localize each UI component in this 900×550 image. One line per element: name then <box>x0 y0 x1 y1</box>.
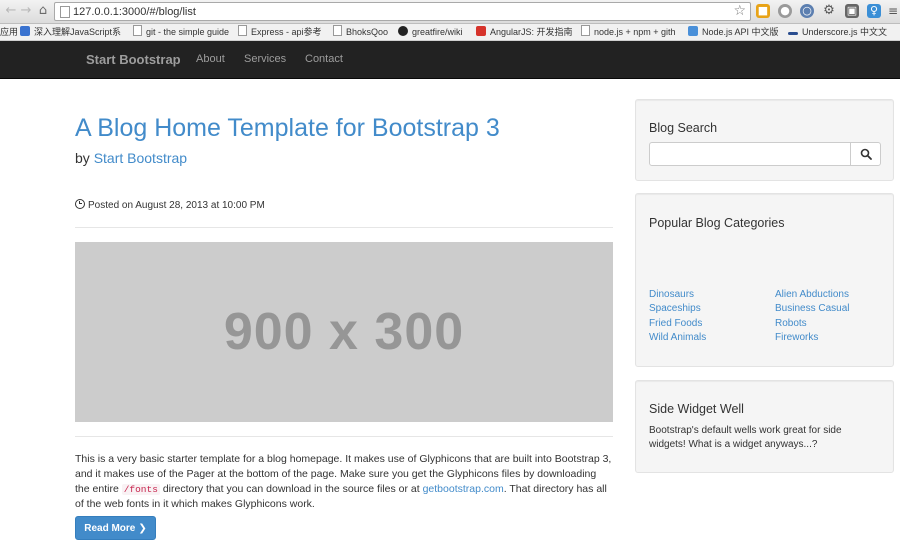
site-icon <box>788 32 798 35</box>
read-more-label: Read More <box>84 523 136 534</box>
bookmark-item[interactable]: greatfire/wiki <box>398 24 463 40</box>
byline-prefix: by <box>75 150 90 166</box>
divider <box>75 436 613 437</box>
categories-well: Popular Blog Categories Dinosaurs Spaces… <box>635 193 894 367</box>
browser-toolbar: ← → ⌂ ☆ ■ ● ○ ⚙ ▣ ♀ ≡ <box>0 0 900 24</box>
category-link[interactable]: Fried Foods <box>649 317 706 331</box>
home-icon[interactable]: ⌂ <box>35 3 51 19</box>
page-icon <box>333 25 342 36</box>
post-date-text: Posted on August 28, 2013 at 10:00 PM <box>88 200 265 211</box>
side-widget-well: Side Widget Well Bootstrap's default wel… <box>635 380 894 473</box>
blog-search-well: Blog Search <box>635 99 894 181</box>
angular-icon <box>476 26 486 36</box>
chevron-right-icon: ❯ <box>138 523 147 534</box>
bookmark-item[interactable]: BhoksQoo <box>333 24 388 40</box>
nav-link-services[interactable]: Services <box>244 41 286 78</box>
nav-link-about[interactable]: About <box>196 41 225 78</box>
post-excerpt: This is a very basic starter template fo… <box>75 452 613 512</box>
category-link[interactable]: Wild Animals <box>649 331 706 345</box>
site-icon <box>688 26 698 36</box>
page-icon <box>238 25 247 36</box>
bookmark-item[interactable]: node.js + npm + gith <box>581 24 676 40</box>
bookmark-item[interactable]: 深入理解JavaScript系 <box>20 24 121 40</box>
search-button[interactable] <box>850 143 880 165</box>
bookmark-item[interactable]: git - the simple guide <box>133 24 229 40</box>
extension-icon[interactable]: ■ <box>756 4 770 18</box>
bookmark-item[interactable]: AngularJS: 开发指南 <box>476 24 573 40</box>
side-widget-text: Bootstrap's default wells work great for… <box>649 425 842 450</box>
extension-icon[interactable]: ▣ <box>845 4 859 18</box>
bookmark-item[interactable]: Underscore.js 中文文 <box>788 24 887 40</box>
blog-search-title: Blog Search <box>649 121 718 135</box>
author-link[interactable]: Start Bootstrap <box>94 150 187 166</box>
inline-code: /fonts <box>121 484 160 495</box>
side-widget-title: Side Widget Well <box>649 402 744 416</box>
read-more-button[interactable]: Read More ❯ <box>75 516 156 540</box>
clock-icon <box>75 199 85 209</box>
back-arrow-icon[interactable]: ← <box>3 3 19 19</box>
post-image-placeholder: 900 x 300 <box>75 242 613 422</box>
site-navbar: Start Bootstrap About Services Contact <box>0 41 900 79</box>
navbar-brand[interactable]: Start Bootstrap <box>86 41 181 78</box>
search-input-group <box>649 142 881 166</box>
site-icon <box>20 26 30 36</box>
category-link[interactable]: Business Casual <box>775 302 849 316</box>
page-icon <box>133 25 142 36</box>
bookmark-star-icon[interactable]: ☆ <box>733 3 746 19</box>
page-icon <box>60 6 70 18</box>
categories-column-left: Dinosaurs Spaceships Fried Foods Wild An… <box>649 288 706 345</box>
globe-extension-icon[interactable]: ○ <box>800 4 814 18</box>
address-bar[interactable]: ☆ <box>54 2 751 21</box>
search-icon <box>860 148 872 160</box>
nav-link-contact[interactable]: Contact <box>305 41 343 78</box>
post-byline: by Start Bootstrap <box>75 150 187 166</box>
gear-icon[interactable]: ⚙ <box>822 4 836 18</box>
category-link[interactable]: Alien Abductions <box>775 288 849 302</box>
getbootstrap-link[interactable]: getbootstrap.com <box>423 483 504 495</box>
url-input[interactable] <box>73 3 713 20</box>
image-size-label: 900 x 300 <box>223 303 465 361</box>
category-link[interactable]: Spaceships <box>649 302 706 316</box>
category-link[interactable]: Robots <box>775 317 849 331</box>
bookmarks-bar: 应用 深入理解JavaScript系 git - the simple guid… <box>0 24 900 41</box>
menu-icon[interactable]: ≡ <box>886 4 900 18</box>
categories-column-right: Alien Abductions Business Casual Robots … <box>775 288 849 345</box>
category-link[interactable]: Dinosaurs <box>649 288 706 302</box>
categories-title: Popular Blog Categories <box>649 216 785 230</box>
search-input[interactable] <box>650 143 845 165</box>
post-title[interactable]: A Blog Home Template for Bootstrap 3 <box>75 113 500 143</box>
post-date: Posted on August 28, 2013 at 10:00 PM <box>75 199 265 213</box>
category-link[interactable]: Fireworks <box>775 331 849 345</box>
bookmark-item[interactable]: Express - api参考 <box>238 24 322 40</box>
divider <box>75 227 613 228</box>
excerpt-text: directory that you can download in the s… <box>162 483 420 495</box>
accessibility-extension-icon[interactable]: ♀ <box>867 4 881 18</box>
forward-arrow-icon[interactable]: → <box>18 3 34 19</box>
page-icon <box>581 25 590 36</box>
extension-icon[interactable]: ● <box>778 4 792 18</box>
bookmark-item[interactable]: Node.js API 中文版 <box>688 24 779 40</box>
bookmark-apps[interactable]: 应用 <box>0 24 18 40</box>
github-icon <box>398 26 408 36</box>
